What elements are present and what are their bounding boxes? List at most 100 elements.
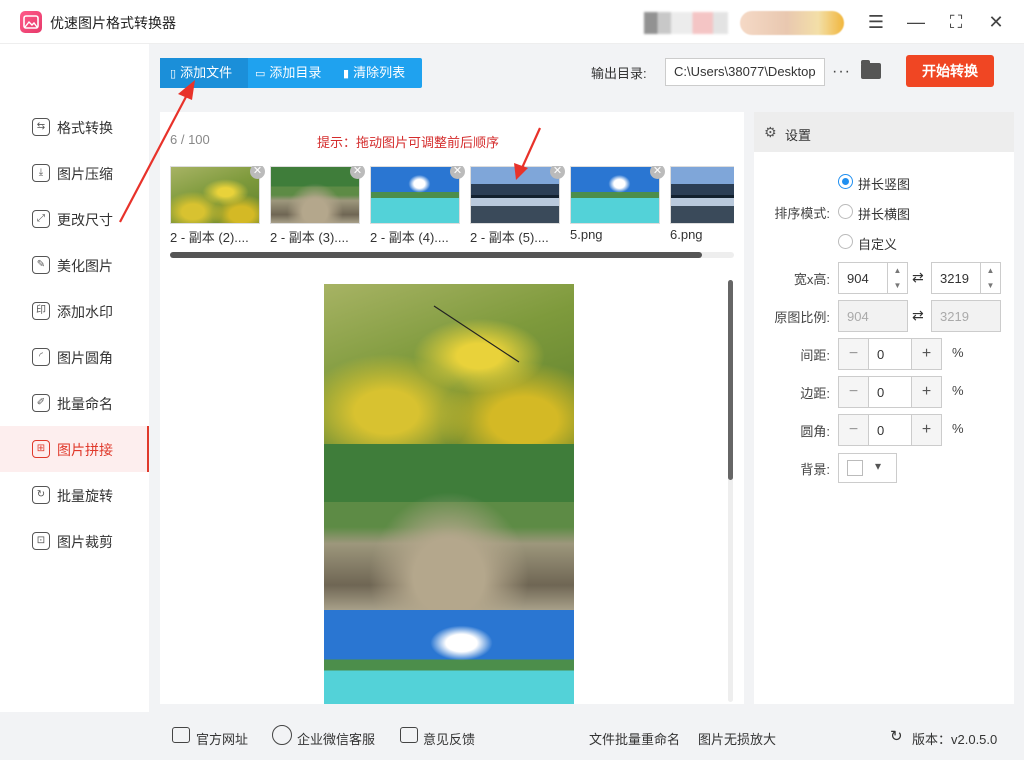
- thumbnail-item[interactable]: 2 - 副本 (4).... ✕: [370, 166, 465, 245]
- radius-stepper[interactable]: −0 +: [838, 414, 942, 446]
- sidebar: ⇆ 格式转换 ⤓ 图片压缩 ⤢ 更改尺寸 ✎ 美化图片 印添加水印 ◜ 图片圆角 ✐ 批量命…: [0, 44, 149, 712]
- plus-icon[interactable]: +: [911, 377, 941, 407]
- refresh-icon[interactable]: ↻: [890, 727, 903, 745]
- sort-custom-radio[interactable]: 自定义: [838, 233, 958, 252]
- add-folder-button[interactable]: ▭ 添加目录: [255, 58, 335, 88]
- spin-arrows-icon[interactable]: ▲ ▼: [980, 263, 1000, 293]
- thumbnail-image: [470, 166, 560, 224]
- percent-unit: %: [952, 421, 964, 436]
- sidebar-item-compress[interactable]: ⤓ 图片压缩: [0, 150, 149, 196]
- remove-icon[interactable]: ✕: [650, 166, 665, 179]
- start-convert-button[interactable]: 开始转换: [906, 55, 994, 87]
- sort-horizontal-radio[interactable]: 拼长横图: [838, 203, 958, 222]
- maximize-icon[interactable]: ⛶: [944, 10, 968, 34]
- remove-icon[interactable]: ✕: [550, 166, 565, 179]
- spin-arrows-icon[interactable]: ▲ ▼: [887, 263, 907, 293]
- sidebar-item-crop[interactable]: ⊡ 图片裁剪: [0, 518, 149, 564]
- sidebar-item-resize[interactable]: ⤢ 更改尺寸: [0, 196, 149, 242]
- thumbnail-item[interactable]: 2 - 副本 (2).... ✕: [170, 166, 265, 245]
- feedback-icon: [400, 727, 418, 743]
- thumbnail-item[interactable]: 2 - 副本 (5).... ✕: [470, 166, 565, 245]
- app-logo-icon: [20, 11, 42, 33]
- add-file-button[interactable]: ▯ 添加文件: [160, 58, 248, 88]
- compress-icon: ⤓: [32, 164, 50, 182]
- folder-icon: ▭: [255, 68, 266, 80]
- percent-unit: %: [952, 383, 964, 398]
- preview-river-image: [324, 444, 574, 610]
- thumbnail-name: 5.png: [570, 227, 603, 242]
- batch-rename-link[interactable]: 文件批量重命名: [589, 729, 680, 748]
- clear-list-button[interactable]: ▮ 清除列表: [343, 58, 421, 88]
- wechat-support-link[interactable]: 企业微信客服: [297, 729, 375, 748]
- background-color-select[interactable]: ▾: [838, 453, 897, 483]
- percent-unit: %: [952, 345, 964, 360]
- crop-icon: ⊡: [32, 532, 50, 550]
- sidebar-item-rotate[interactable]: ↻ 批量旋转: [0, 472, 149, 518]
- sidebar-item-rename[interactable]: ✐ 批量命名: [0, 380, 149, 426]
- rename-icon: ✐: [32, 394, 50, 412]
- sidebar-item-stitch[interactable]: ⊞ 图片拼接: [0, 426, 149, 472]
- file-toolbar: ▯ 添加文件 ▭ 添加目录 ▮ 清除列表: [160, 58, 422, 88]
- feedback-link[interactable]: 意见反馈: [423, 729, 475, 748]
- thumbnail-name: 2 - 副本 (5)....: [470, 230, 549, 245]
- wechat-icon: [272, 725, 292, 745]
- upscale-link[interactable]: 图片无损放大: [698, 729, 776, 748]
- minimize-icon[interactable]: —: [904, 10, 928, 34]
- ratio-label: 原图比例:: [774, 310, 830, 325]
- trash-icon: ▮: [343, 68, 350, 80]
- rounded-corner-icon: ◜: [32, 348, 50, 366]
- sidebar-item-format-convert[interactable]: ⇆ 格式转换: [0, 104, 149, 150]
- sidebar-item-beautify[interactable]: ✎ 美化图片: [0, 242, 149, 288]
- sidebar-item-rounded-corner[interactable]: ◜ 图片圆角: [0, 334, 149, 380]
- minus-icon[interactable]: −: [839, 415, 869, 445]
- thumbnail-image: [170, 166, 260, 224]
- width-input[interactable]: 904 ▲ ▼: [838, 262, 908, 294]
- open-folder-icon[interactable]: [861, 60, 881, 79]
- swap-icon[interactable]: ⇄: [912, 269, 924, 286]
- vertical-scrollbar[interactable]: [728, 280, 733, 702]
- thumbnail-item[interactable]: 6.png: [670, 166, 734, 244]
- sidebar-item-label: 格式转换: [57, 120, 113, 136]
- menu-icon[interactable]: ☰: [864, 10, 888, 34]
- close-icon[interactable]: ✕: [984, 10, 1008, 34]
- image-count: 6 / 100: [170, 132, 210, 147]
- thumbnail-image: [270, 166, 360, 224]
- thumbnail-image: [670, 166, 734, 224]
- title-bar: 优速图片格式转换器 ☰ — ⛶ ✕: [0, 0, 1024, 44]
- margin-label: 边距:: [800, 386, 830, 401]
- sidebar-item-watermark[interactable]: 印添加水印: [0, 288, 149, 334]
- sort-mode-label: 排序模式:: [774, 206, 830, 221]
- sort-vertical-radio[interactable]: 拼长竖图: [838, 173, 958, 192]
- minus-icon[interactable]: −: [839, 339, 869, 369]
- remove-icon[interactable]: ✕: [350, 166, 365, 179]
- sidebar-item-label: 批量命名: [57, 396, 113, 412]
- stitch-icon: ⊞: [32, 440, 50, 458]
- ratio-height-field: 3219: [931, 300, 1001, 332]
- sidebar-item-label: 图片拼接: [57, 442, 113, 458]
- remove-icon[interactable]: ✕: [250, 166, 265, 179]
- thumbnail-item[interactable]: 5.png ✕: [570, 166, 665, 244]
- background-label: 背景:: [800, 462, 830, 477]
- file-icon: ▯: [170, 68, 177, 80]
- ratio-width-field: 904: [838, 300, 908, 332]
- sidebar-item-label: 批量旋转: [57, 488, 113, 504]
- settings-header: ⚙ 设置: [754, 112, 1014, 152]
- remove-icon[interactable]: ✕: [450, 166, 465, 179]
- thumbnail-item[interactable]: 2 - 副本 (3).... ✕: [270, 166, 365, 245]
- website-link[interactable]: 官方网址: [196, 729, 248, 748]
- thumbnail-image: [570, 166, 660, 224]
- blurred-account-badge[interactable]: [740, 11, 844, 35]
- horizontal-scrollbar[interactable]: [170, 252, 734, 258]
- margin-stepper[interactable]: −0 +: [838, 376, 942, 408]
- minus-icon[interactable]: −: [839, 377, 869, 407]
- more-options-icon[interactable]: ···: [832, 58, 851, 86]
- output-dir-field[interactable]: C:\Users\38077\Desktop: [665, 58, 825, 86]
- spacing-stepper[interactable]: −0 +: [838, 338, 942, 370]
- thumbnail-name: 2 - 副本 (3)....: [270, 230, 349, 245]
- spacing-label: 间距:: [800, 348, 830, 363]
- plus-icon[interactable]: +: [911, 415, 941, 445]
- height-input[interactable]: 3219 ▲ ▼: [931, 262, 1001, 294]
- chevron-down-icon: ▾: [875, 459, 882, 473]
- plus-icon[interactable]: +: [911, 339, 941, 369]
- thumbnail-strip: 2 - 副本 (2).... ✕ 2 - 副本 (3).... ✕ 2 - 副本 (…: [170, 166, 734, 250]
